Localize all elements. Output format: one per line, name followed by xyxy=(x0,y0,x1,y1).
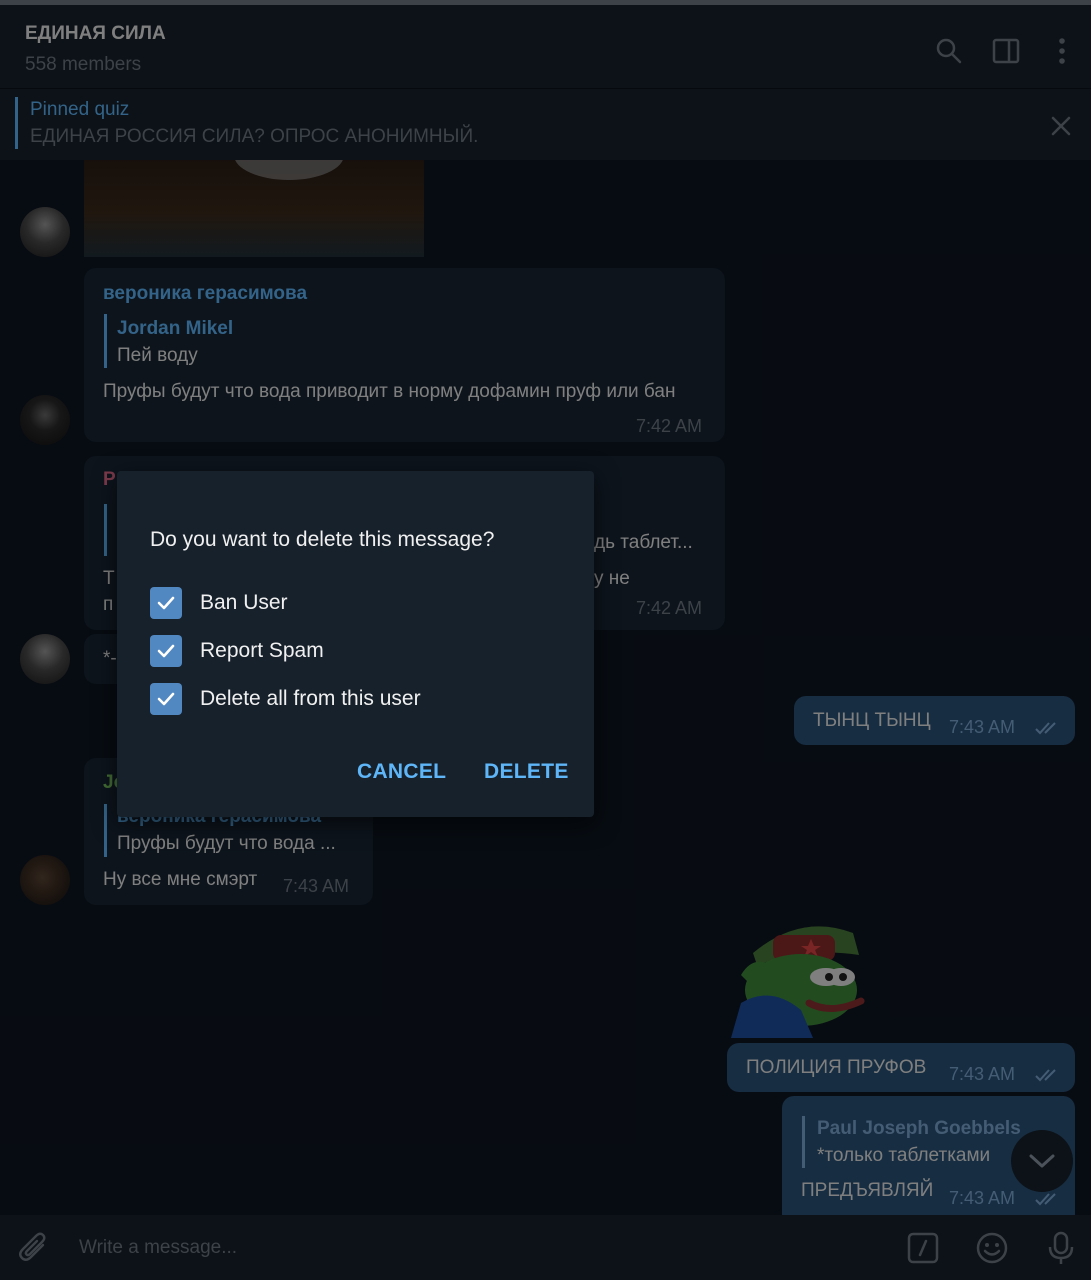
delete-all-option[interactable]: Delete all from this user xyxy=(150,683,570,717)
option-label: Report Spam xyxy=(200,639,324,662)
dialog-question: Do you want to delete this message? xyxy=(150,528,495,551)
option-label: Ban User xyxy=(200,591,288,614)
option-label: Delete all from this user xyxy=(200,687,421,710)
checkbox-checked-icon[interactable] xyxy=(150,683,182,715)
cancel-button[interactable]: CANCEL xyxy=(357,760,446,784)
checkbox-checked-icon[interactable] xyxy=(150,587,182,619)
ban-user-option[interactable]: Ban User xyxy=(150,587,570,621)
checkbox-checked-icon[interactable] xyxy=(150,635,182,667)
report-spam-option[interactable]: Report Spam xyxy=(150,635,570,669)
delete-button[interactable]: DELETE xyxy=(484,760,569,784)
delete-message-dialog: Do you want to delete this message? Ban … xyxy=(117,471,594,817)
